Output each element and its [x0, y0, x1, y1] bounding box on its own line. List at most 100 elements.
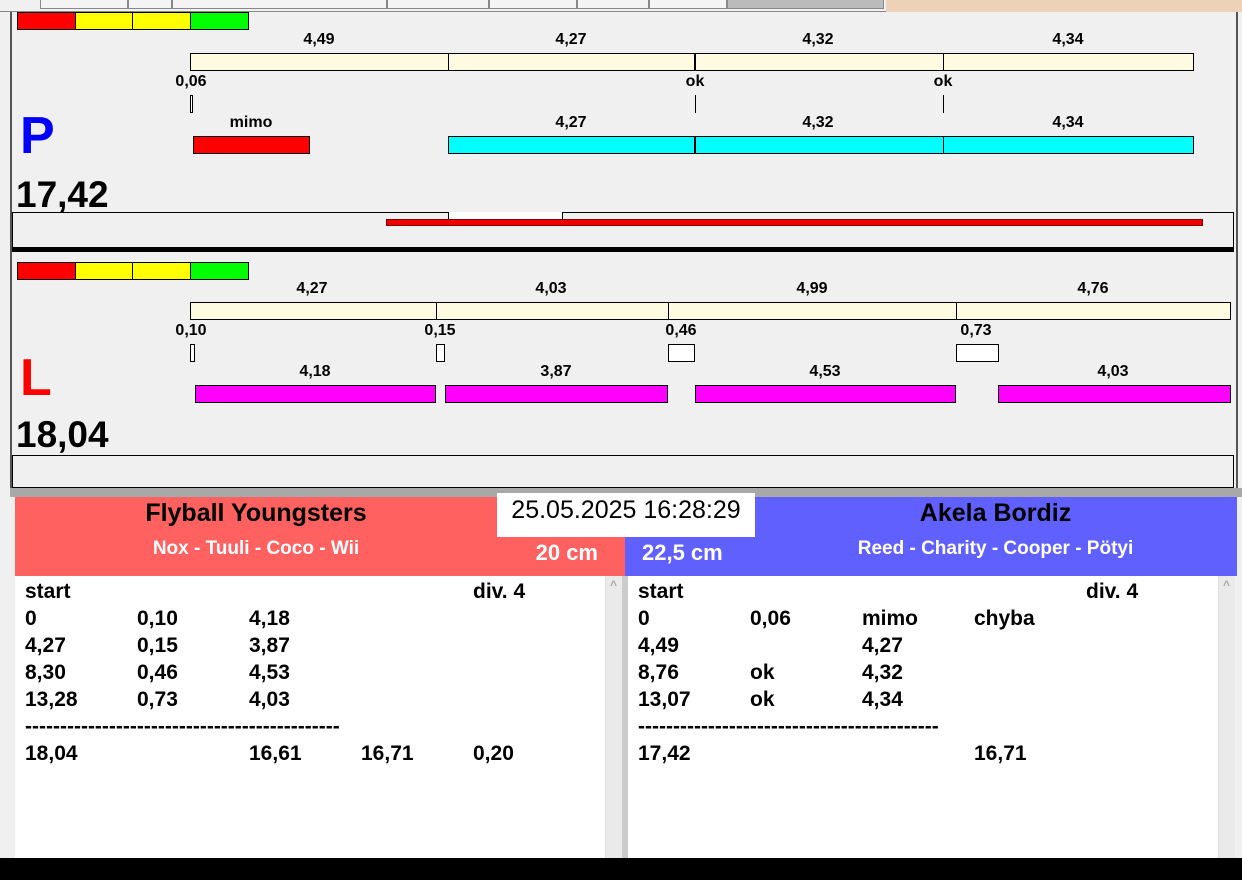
pass-marker [668, 344, 695, 362]
divider [943, 136, 944, 154]
left-results-list[interactable]: start div. 4 0 0,10 4,18 4,27 0,15 3,87 8,30 0,4… [15, 576, 622, 858]
run-label: 4,27 [555, 114, 587, 131]
light-green [190, 262, 249, 280]
right-results-list[interactable]: start div. 4 0 0,06 mimo chyba 4,49 4,27 8,76 ok… [628, 576, 1235, 858]
start-label: start [25, 580, 71, 603]
result-cell: 0 [25, 607, 37, 630]
divider [694, 53, 696, 71]
lane-separator [12, 248, 1234, 252]
result-cell: 4,49 [638, 634, 679, 657]
result-cell: 4,32 [862, 661, 903, 684]
dog-names: Nox - Tuuli - Coco - Wii [152, 538, 360, 559]
result-cell: 4,03 [249, 688, 290, 711]
datetime: 25.05.2025 16:28:29 [497, 493, 755, 537]
result-cell: 4,53 [249, 661, 290, 684]
divider [943, 53, 944, 71]
result-cell: 0,73 [137, 688, 178, 711]
tab[interactable] [128, 0, 172, 9]
result-cell: 4,27 [25, 634, 66, 657]
summary-cell: 17,42 [638, 742, 691, 765]
run-label: mimo [229, 114, 273, 131]
run-bar-fault [193, 136, 310, 154]
pass-marker [436, 344, 445, 362]
scrollbar[interactable]: ^ [1218, 576, 1235, 858]
summary-cell: 16,61 [249, 742, 302, 765]
result-cell: 4,18 [249, 607, 290, 630]
lane-letter: P [20, 107, 55, 165]
scroll-up-icon[interactable]: ^ [610, 578, 617, 592]
scrollbar[interactable]: ^ [605, 576, 622, 858]
split-label: 4,27 [555, 31, 587, 48]
dog-names: Reed - Charity - Cooper - Pötyi [857, 538, 1134, 559]
pass-marker [695, 95, 696, 113]
summary-cell: 16,71 [974, 742, 1027, 765]
pass-label: 0,73 [960, 322, 992, 339]
jump-height: 22,5 cm [642, 540, 723, 565]
run-bar [195, 385, 436, 403]
run-label: 4,18 [299, 363, 331, 380]
summary-cell: 18,04 [25, 742, 78, 765]
result-cell: 4,34 [862, 688, 903, 711]
pass-label: 0,06 [175, 73, 207, 90]
run-label: 3,87 [540, 363, 572, 380]
lane-total: 17,42 [16, 174, 109, 215]
result-cell: mimo [862, 607, 919, 630]
taskbar [0, 858, 1242, 880]
light-yellow [75, 12, 133, 30]
tab[interactable] [727, 0, 884, 9]
light-yellow [75, 262, 133, 280]
divider [668, 302, 669, 320]
result-cell: 13,28 [25, 688, 78, 711]
progress-box [12, 212, 1234, 248]
tab[interactable] [40, 0, 128, 9]
pass-marker [943, 95, 944, 113]
split-label: 4,32 [802, 31, 834, 48]
pass-label: ok [685, 73, 705, 90]
split-label: 4,03 [535, 280, 567, 297]
result-cell: 4,27 [862, 634, 903, 657]
divider [694, 136, 696, 154]
run-bar [445, 385, 668, 403]
division-label: div. 4 [1086, 580, 1139, 603]
pass-marker [190, 344, 195, 362]
run-label: 4,53 [809, 363, 841, 380]
lane-letter: L [20, 349, 52, 407]
light-yellow [132, 262, 191, 280]
tab[interactable] [577, 0, 649, 9]
result-cell: 8,76 [638, 661, 679, 684]
run-label: 4,32 [802, 114, 834, 131]
run-label: 4,34 [1052, 114, 1084, 131]
tab[interactable] [649, 0, 727, 9]
scroll-up-icon[interactable]: ^ [1223, 578, 1230, 592]
light-red [17, 262, 76, 280]
start-label: start [638, 580, 684, 603]
status-area [886, 0, 1242, 12]
summary-cell: 0,20 [473, 742, 514, 765]
result-cell: 8,30 [25, 661, 66, 684]
split-label: 4,99 [796, 280, 828, 297]
team-name: Akela Bordiz [919, 499, 1072, 527]
result-cell: ok [750, 661, 775, 684]
summary-cell: 16,71 [361, 742, 414, 765]
result-cell: 0,15 [137, 634, 178, 657]
result-cell: 13,07 [638, 688, 691, 711]
pass-label: 0,10 [175, 322, 207, 339]
progress-box [12, 455, 1234, 488]
light-red [17, 12, 76, 30]
result-cell: 3,87 [249, 634, 290, 657]
separator: ----------------------------------------… [638, 715, 939, 738]
pass-label: 0,46 [665, 322, 697, 339]
split-bar [190, 53, 1194, 71]
jump-height: 20 cm [535, 540, 598, 565]
tab[interactable] [387, 0, 489, 9]
separator: ----------------------------------------… [25, 715, 340, 738]
result-cell: ok [750, 688, 775, 711]
pass-marker [956, 344, 999, 362]
tab[interactable] [172, 0, 387, 9]
run-bar [998, 385, 1231, 403]
split-label: 4,49 [303, 31, 335, 48]
progress-line [386, 219, 1203, 226]
result-cell: chyba [974, 607, 1035, 630]
tab[interactable] [489, 0, 577, 9]
divider [448, 53, 449, 71]
